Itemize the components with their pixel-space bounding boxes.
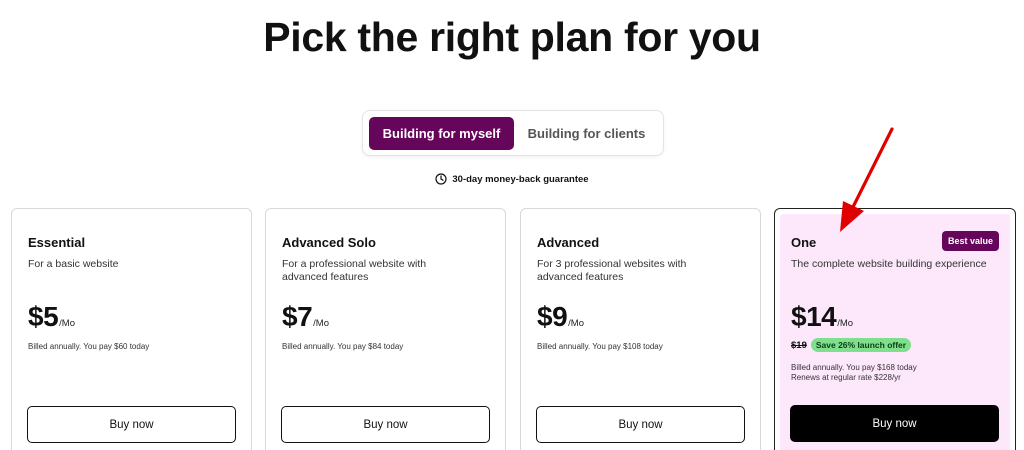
launch-offer-badge: Save 26% launch offer xyxy=(810,338,912,352)
buy-now-button-essential[interactable]: Buy now xyxy=(27,406,236,443)
billing-info: Billed annually. You pay $60 today xyxy=(28,342,150,351)
billing-info: Billed annually. You pay $84 today xyxy=(282,342,404,351)
toggle-building-for-myself[interactable]: Building for myself xyxy=(369,117,514,150)
price-amount: $9 xyxy=(537,301,568,332)
best-value-badge: Best value xyxy=(941,231,999,251)
plan-name: Advanced Solo xyxy=(282,235,376,250)
price-amount: $7 xyxy=(282,301,313,332)
billing-info: Billed annually. You pay $108 today xyxy=(537,342,663,351)
plan-description: The complete website building experience xyxy=(791,258,987,270)
plan-description: For a basic website xyxy=(28,258,119,270)
plan-price: $9 /Mo xyxy=(537,301,584,333)
audience-toggle: Building for myself Building for clients xyxy=(362,110,664,156)
plan-price: $5 /Mo xyxy=(28,301,75,333)
guarantee-text: 30-day money-back guarantee xyxy=(452,173,589,185)
renewal-line: Renews at regular rate $228/yr xyxy=(791,373,901,382)
annotation-arrow-icon xyxy=(840,127,894,232)
price-unit: /Mo xyxy=(568,318,584,329)
page-title: Pick the right plan for you xyxy=(263,14,761,60)
plan-card-essential: Essential For a basic website $5 /Mo Bil… xyxy=(11,208,252,450)
plan-description: For 3 professional websites with advance… xyxy=(537,258,687,283)
clock-icon xyxy=(435,173,447,185)
plan-card-advanced: Advanced For 3 professional websites wit… xyxy=(520,208,761,450)
price-unit: /Mo xyxy=(313,318,329,329)
plan-name: Advanced xyxy=(537,235,600,250)
toggle-building-for-clients[interactable]: Building for clients xyxy=(516,117,657,150)
price-unit: /Mo xyxy=(837,318,854,329)
promo-row: $19 Save 26% launch offer xyxy=(791,338,912,352)
buy-now-button-one[interactable]: Buy now xyxy=(790,405,999,442)
plan-name: One xyxy=(791,235,817,250)
buy-now-button-advanced[interactable]: Buy now xyxy=(536,406,745,443)
plan-price: $14 /Mo xyxy=(791,301,853,333)
plan-card-advanced-solo: Advanced Solo For a professional website… xyxy=(265,208,506,450)
price-amount: $5 xyxy=(28,301,59,332)
price-amount: $14 xyxy=(791,301,837,332)
plan-description: For a professional website with advanced… xyxy=(282,258,427,283)
plan-price: $7 /Mo xyxy=(282,301,329,333)
buy-now-button-advanced-solo[interactable]: Buy now xyxy=(281,406,490,443)
price-unit: /Mo xyxy=(59,318,75,329)
plan-name: Essential xyxy=(28,235,86,250)
old-price: $19 xyxy=(791,339,807,351)
billing-info: Billed annually. You pay $168 today Rene… xyxy=(791,363,917,383)
plan-card-one: One Best value The complete website buil… xyxy=(774,208,1016,450)
billing-line: Billed annually. You pay $168 today xyxy=(791,363,917,372)
